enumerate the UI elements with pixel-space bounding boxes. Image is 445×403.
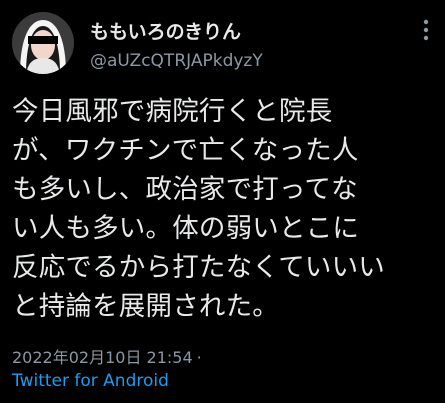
tweet-text-line: 今日風邪で病院行くと院長 [12,96,333,127]
tweet-timestamp[interactable]: 2022年02月10日 21:54 [12,348,193,367]
more-icon [423,19,429,41]
avatar[interactable] [12,12,74,74]
tweet-text-line: と持論を展開された。 [12,291,279,322]
tweet: ももいろのきりん @aUZcQTRJAPkdyzY 今日風邪で病院行くと院長 が… [0,0,445,403]
more-button[interactable] [412,18,442,42]
meta-separator: · [196,348,202,367]
tweet-text-line: も多いし、政治家で打ってな [12,174,358,205]
user-avatar-icon [12,12,74,74]
tweet-meta: 2022年02月10日 21:54 · [12,344,202,368]
tweet-text-line: い人も多い。体の弱いとこに [12,213,360,244]
tweet-text-line: 反応でるから打たなくていいい [12,252,386,283]
tweet-text-line: が、ワクチンで亡くなった人 [12,135,359,166]
user-handle[interactable]: @aUZcQTRJAPkdyzY [90,51,263,71]
display-name[interactable]: ももいろのきりん [90,17,241,44]
tweet-source-link[interactable]: Twitter for Android [12,371,169,391]
tweet-text: 今日風邪で病院行くと院長 が、ワクチンで亡くなった人 も多いし、政治家で打ってな… [12,92,442,326]
